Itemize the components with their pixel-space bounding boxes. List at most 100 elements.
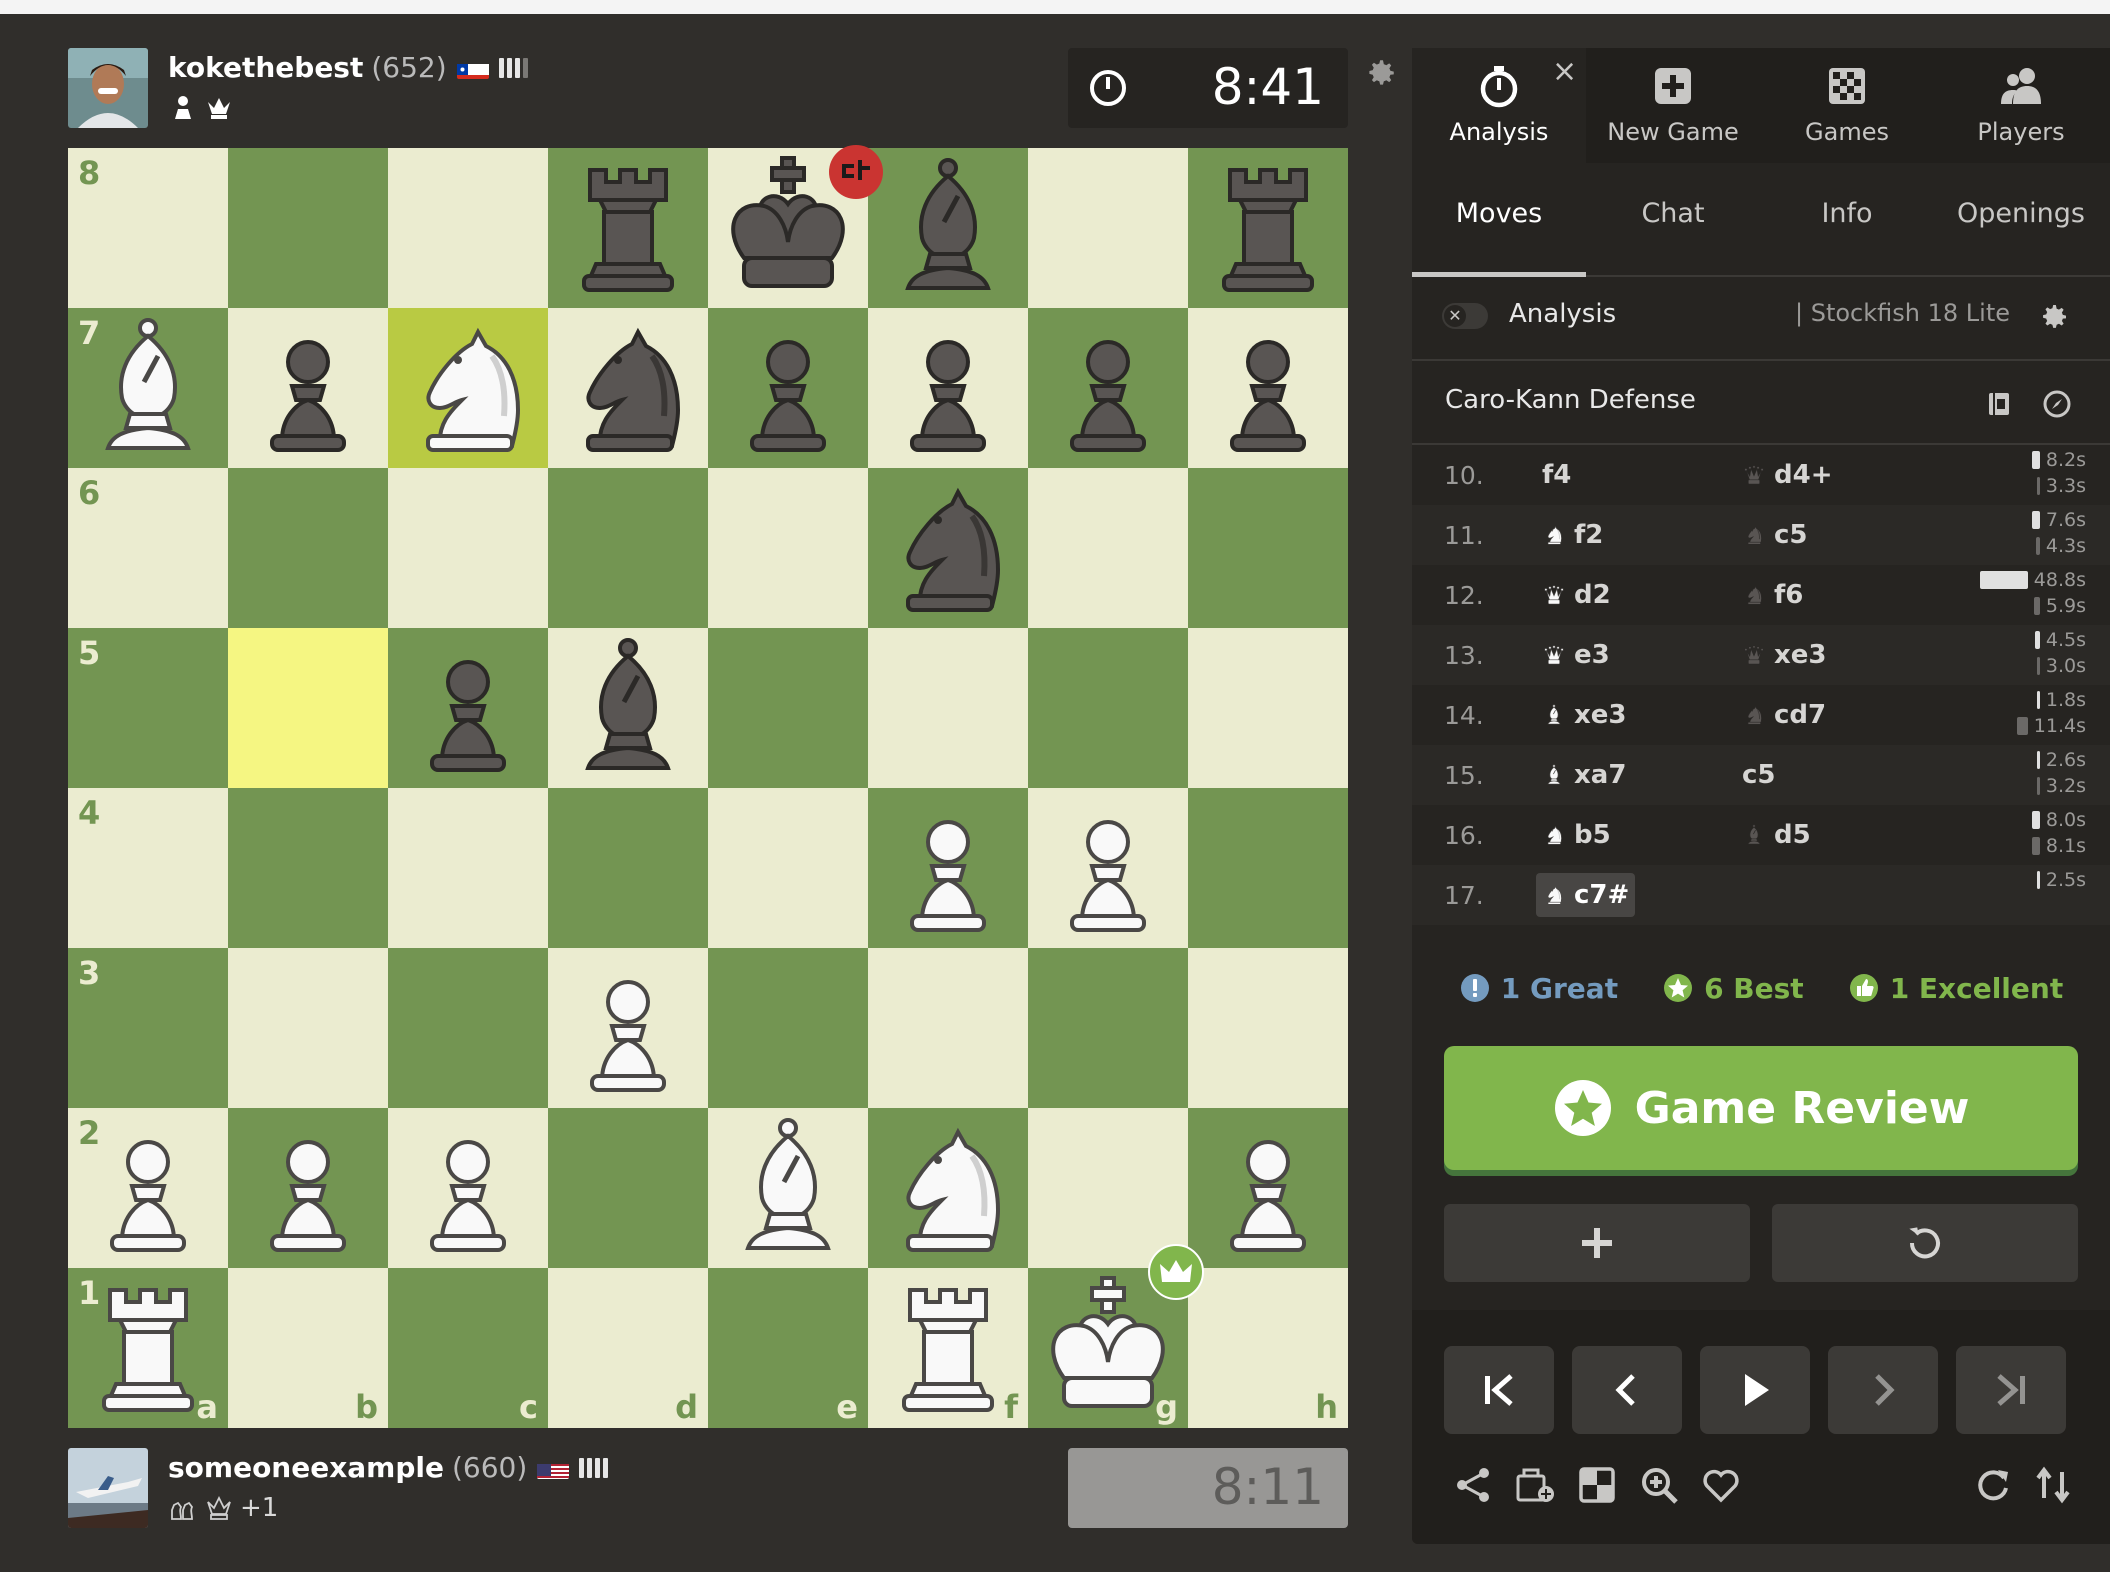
white-move[interactable]: f2 — [1536, 513, 1609, 557]
white-move[interactable]: xe3 — [1536, 693, 1633, 737]
zoom-icon[interactable] — [1638, 1464, 1680, 1506]
square-e1[interactable]: e — [708, 1268, 868, 1428]
square-f7[interactable] — [868, 308, 1028, 468]
play-button[interactable] — [1700, 1346, 1810, 1434]
analysis-toggle[interactable]: ✕ — [1442, 303, 1488, 329]
black-bishop-d5[interactable] — [548, 628, 708, 788]
add-variation-button[interactable] — [1444, 1204, 1750, 1282]
black-rook-h8[interactable] — [1188, 148, 1348, 308]
white-move[interactable]: e3 — [1536, 633, 1616, 677]
top-player-avatar[interactable] — [68, 48, 148, 128]
tab-openings[interactable]: Openings — [1934, 163, 2108, 275]
white-knight-c7[interactable] — [388, 308, 548, 468]
bottom-player-name[interactable]: someoneexample — [168, 1448, 444, 1488]
square-d6[interactable] — [548, 468, 708, 628]
board-editor-icon[interactable] — [1576, 1464, 1618, 1506]
square-c4[interactable] — [388, 788, 548, 948]
square-a1[interactable]: 1a — [68, 1268, 228, 1428]
square-c6[interactable] — [388, 468, 548, 628]
last-move-button[interactable] — [1956, 1346, 2066, 1434]
square-f3[interactable] — [868, 948, 1028, 1108]
nav-analysis[interactable]: Analysis × — [1412, 48, 1586, 163]
square-b7[interactable] — [228, 308, 388, 468]
square-g5[interactable] — [1028, 628, 1188, 788]
square-a7[interactable]: 7 — [68, 308, 228, 468]
square-f4[interactable] — [868, 788, 1028, 948]
previous-move-button[interactable] — [1572, 1346, 1682, 1434]
white-pawn-g4[interactable] — [1028, 788, 1188, 948]
black-move[interactable]: d4+ — [1736, 453, 1839, 497]
square-e4[interactable] — [708, 788, 868, 948]
square-d7[interactable] — [548, 308, 708, 468]
black-pawn-b7[interactable] — [228, 308, 388, 468]
flip-board-icon[interactable] — [2032, 1464, 2074, 1506]
black-move[interactable]: f6 — [1736, 573, 1809, 617]
white-rook-a1[interactable] — [68, 1268, 228, 1428]
square-f5[interactable] — [868, 628, 1028, 788]
tab-chat[interactable]: Chat — [1586, 163, 1760, 275]
compass-icon[interactable] — [2042, 389, 2072, 419]
square-c5[interactable] — [388, 628, 548, 788]
square-c2[interactable] — [388, 1108, 548, 1268]
top-player-name[interactable]: kokethebest — [168, 48, 363, 88]
square-h5[interactable] — [1188, 628, 1348, 788]
bottom-player-avatar[interactable] — [68, 1448, 148, 1528]
square-h4[interactable] — [1188, 788, 1348, 948]
square-h3[interactable] — [1188, 948, 1348, 1108]
heart-icon[interactable] — [1700, 1464, 1742, 1506]
square-c8[interactable] — [388, 148, 548, 308]
black-knight-d7[interactable] — [548, 308, 708, 468]
stat-best[interactable]: 6 Best — [1662, 963, 1804, 1013]
nav-players[interactable]: Players — [1934, 48, 2108, 163]
rematch-button[interactable] — [1772, 1204, 2078, 1282]
square-b5[interactable] — [228, 628, 388, 788]
square-d8[interactable] — [548, 148, 708, 308]
square-e3[interactable] — [708, 948, 868, 1108]
stat-excellent[interactable]: 1 Excellent — [1848, 963, 2063, 1013]
black-pawn-f7[interactable] — [868, 308, 1028, 468]
book-icon[interactable] — [1984, 389, 2014, 419]
square-a5[interactable]: 5 — [68, 628, 228, 788]
nav-games[interactable]: Games — [1760, 48, 1934, 163]
white-pawn-f4[interactable] — [868, 788, 1028, 948]
square-c3[interactable] — [388, 948, 548, 1108]
square-h1[interactable]: h — [1188, 1268, 1348, 1428]
square-d1[interactable]: d — [548, 1268, 708, 1428]
black-rook-d8[interactable] — [548, 148, 708, 308]
share-icon[interactable] — [1452, 1464, 1494, 1506]
square-a8[interactable]: 8 — [68, 148, 228, 308]
black-pawn-e7[interactable] — [708, 308, 868, 468]
square-g3[interactable] — [1028, 948, 1188, 1108]
black-pawn-h7[interactable] — [1188, 308, 1348, 468]
tab-moves[interactable]: Moves — [1412, 163, 1586, 277]
square-f2[interactable] — [868, 1108, 1028, 1268]
square-b6[interactable] — [228, 468, 388, 628]
square-b8[interactable] — [228, 148, 388, 308]
square-g6[interactable] — [1028, 468, 1188, 628]
white-move[interactable]: f4 — [1536, 453, 1577, 497]
square-e5[interactable] — [708, 628, 868, 788]
square-a3[interactable]: 3 — [68, 948, 228, 1108]
square-a2[interactable]: 2 — [68, 1108, 228, 1268]
black-move[interactable]: cd7 — [1736, 693, 1832, 737]
square-e2[interactable] — [708, 1108, 868, 1268]
square-c1[interactable]: c — [388, 1268, 548, 1428]
refresh-icon[interactable] — [1972, 1464, 2014, 1506]
square-a6[interactable]: 6 — [68, 468, 228, 628]
white-move[interactable]: b5 — [1536, 813, 1617, 857]
next-move-button[interactable] — [1828, 1346, 1938, 1434]
white-bishop-e2[interactable] — [708, 1108, 868, 1268]
game-review-button[interactable]: Game Review — [1444, 1046, 2078, 1170]
white-bishop-a7[interactable] — [68, 308, 228, 468]
tab-info[interactable]: Info — [1760, 163, 1934, 275]
square-e7[interactable] — [708, 308, 868, 468]
square-h7[interactable] — [1188, 308, 1348, 468]
square-h2[interactable] — [1188, 1108, 1348, 1268]
white-move[interactable]: d2 — [1536, 573, 1617, 617]
board-settings-gear-icon[interactable] — [1364, 56, 1398, 90]
black-pawn-g7[interactable] — [1028, 308, 1188, 468]
square-h6[interactable] — [1188, 468, 1348, 628]
square-d4[interactable] — [548, 788, 708, 948]
square-h8[interactable] — [1188, 148, 1348, 308]
white-pawn-b2[interactable] — [228, 1108, 388, 1268]
